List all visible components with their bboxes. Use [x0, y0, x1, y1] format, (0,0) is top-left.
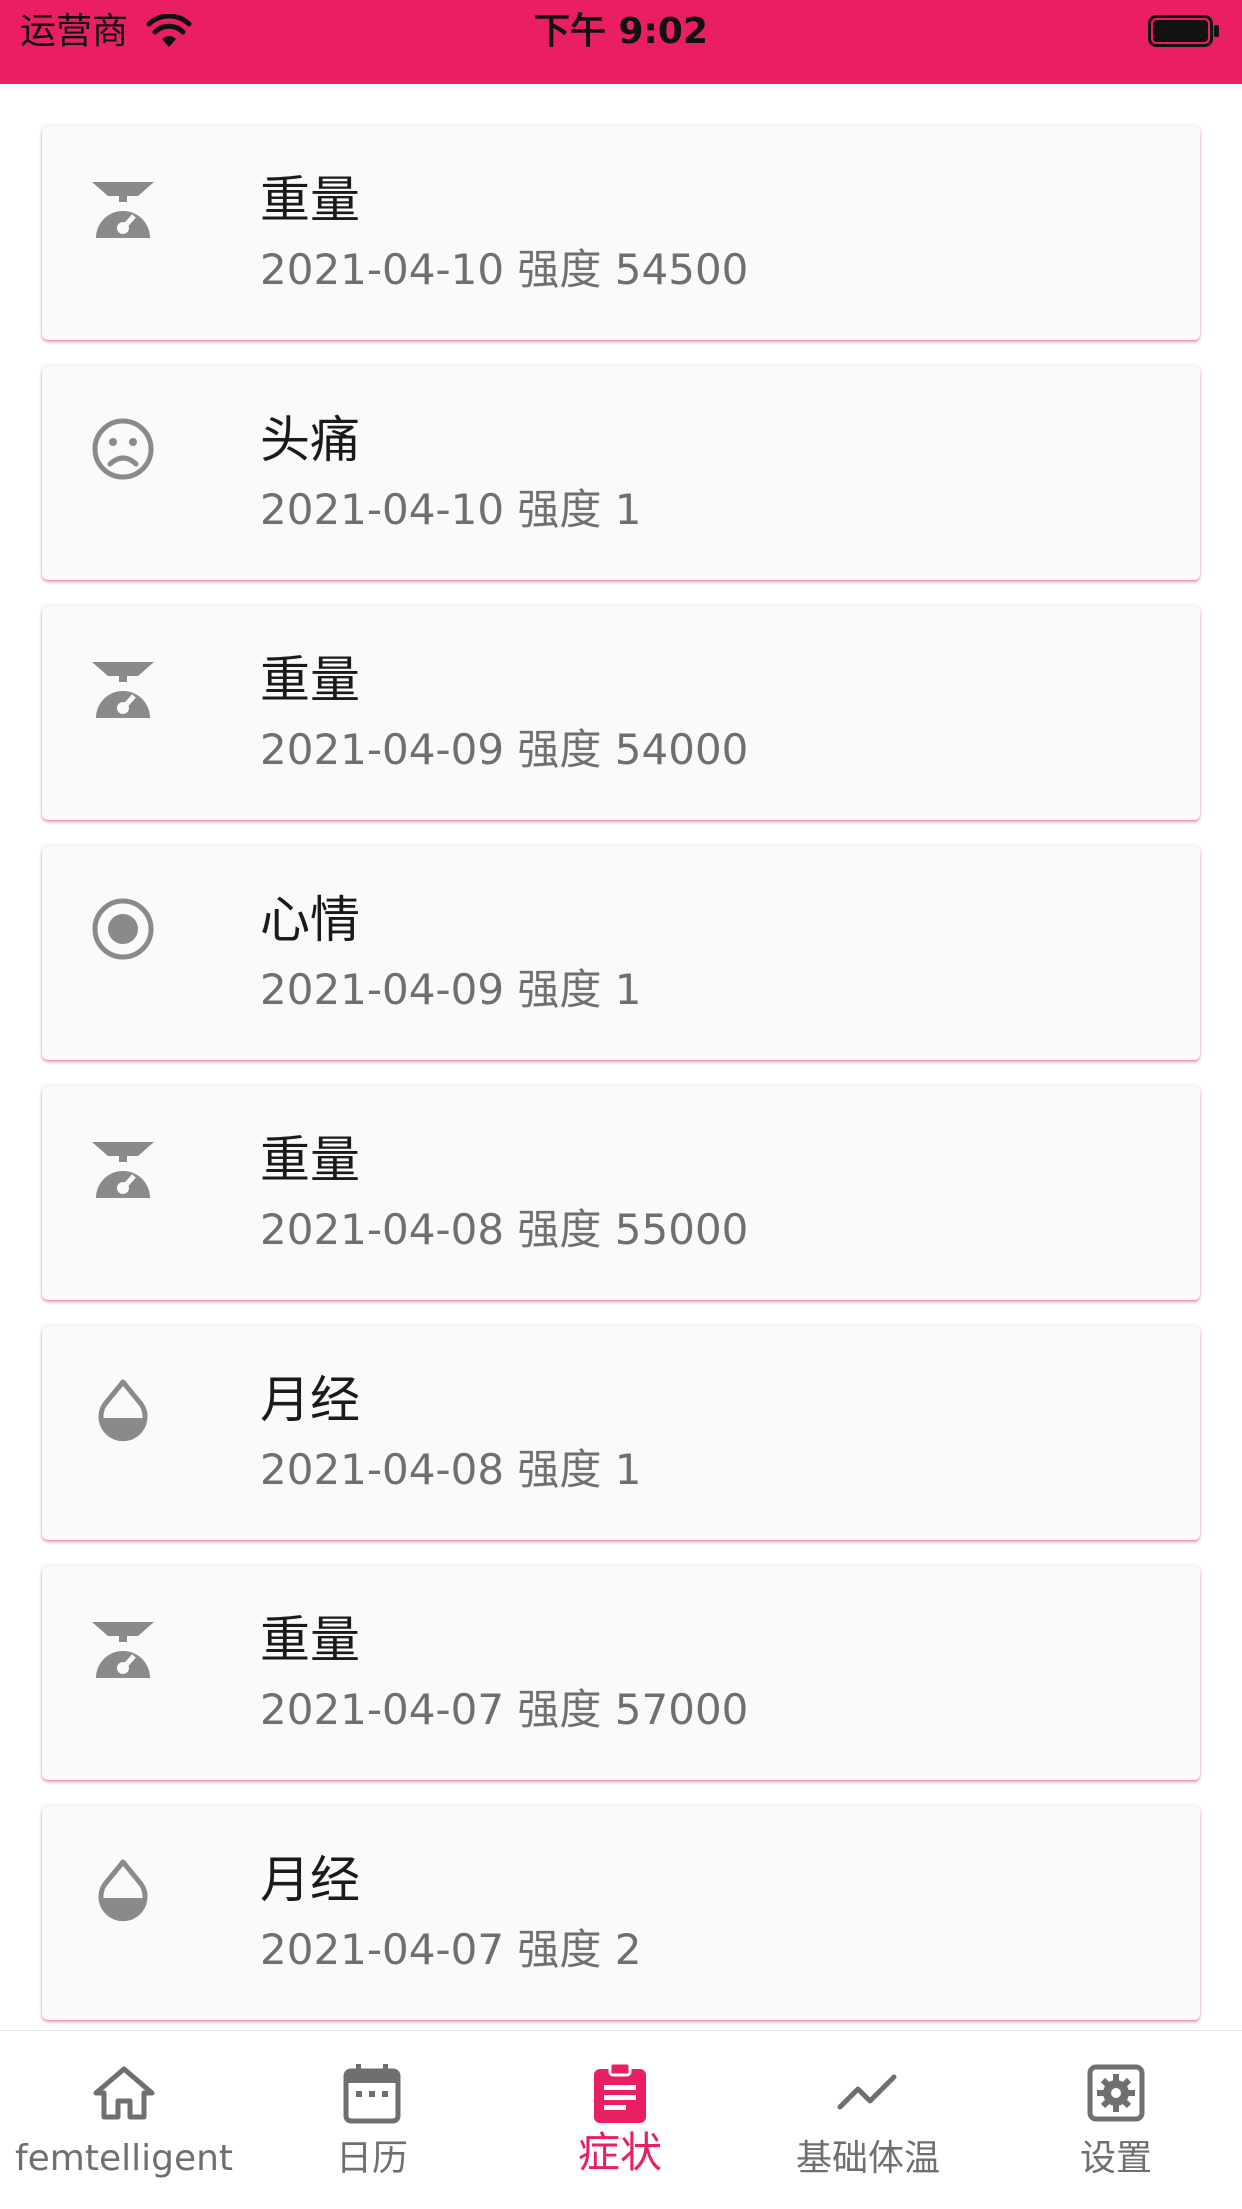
record-title: 重量 [260, 171, 360, 229]
sad-face-icon [92, 418, 154, 480]
battery-icon [1148, 15, 1219, 47]
record-card[interactable]: 月经 2021-04-07 强度 2 [42, 1806, 1200, 2020]
record-title: 月经 [260, 1371, 360, 1429]
record-subtitle: 2021-04-07 强度 57000 [260, 1685, 749, 1734]
record-title: 月经 [260, 1851, 360, 1909]
nav-item-bbt[interactable]: 基础体温 [744, 2031, 992, 2209]
scale-icon [92, 1622, 154, 1678]
record-title: 头痛 [260, 411, 360, 469]
status-time: 下午 9:02 [533, 11, 709, 52]
nav-label-symptoms: 症状 [577, 2128, 662, 2177]
record-subtitle: 2021-04-08 强度 1 [260, 1445, 642, 1494]
record-card[interactable]: 心情 2021-04-09 强度 1 [42, 846, 1200, 1060]
radio-circle-icon [92, 898, 154, 960]
record-title: 重量 [260, 1131, 360, 1189]
nav-item-symptoms[interactable]: 症状 [496, 2031, 744, 2209]
settings-icon [1087, 2064, 1145, 2122]
nav-label-bbt: 基础体温 [795, 2138, 940, 2179]
record-card[interactable]: 重量 2021-04-07 强度 57000 [42, 1566, 1200, 1780]
record-subtitle: 2021-04-09 强度 1 [260, 965, 642, 1014]
record-card[interactable]: 重量 2021-04-08 强度 55000 [42, 1086, 1200, 1300]
drop-icon [98, 1379, 148, 1442]
scale-icon [92, 1142, 154, 1198]
bottom-navigation: femtelligent 日历 症状 基础体温 设置 [0, 2030, 1242, 2208]
record-card[interactable]: 头痛 2021-04-10 强度 1 [42, 366, 1200, 580]
nav-item-calendar[interactable]: 日历 [248, 2031, 496, 2209]
record-subtitle: 2021-04-10 强度 54500 [260, 245, 749, 294]
record-card[interactable]: 重量 2021-04-09 强度 54000 [42, 606, 1200, 820]
nav-label-calendar: 日历 [335, 2138, 408, 2179]
scale-icon [92, 182, 154, 238]
record-subtitle: 2021-04-09 强度 54000 [260, 725, 749, 774]
record-subtitle: 2021-04-07 强度 2 [260, 1925, 642, 1974]
nav-item-home[interactable]: femtelligent [0, 2031, 248, 2209]
trending-line-icon [837, 2074, 897, 2110]
nav-label-settings: 设置 [1079, 2138, 1152, 2179]
symptom-record-list[interactable]: 重量 2021-04-10 强度 54500 头痛 2021-04-10 强度 … [0, 84, 1242, 2030]
calendar-icon [343, 2064, 401, 2124]
status-bar: 运营商 下午 9:02 [0, 0, 1242, 84]
record-title: 重量 [260, 1611, 360, 1669]
home-icon [93, 2066, 155, 2120]
nav-item-settings[interactable]: 设置 [992, 2031, 1240, 2209]
clipboard-icon [594, 2061, 646, 2123]
nav-label-home: femtelligent [14, 2138, 234, 2179]
record-card[interactable]: 重量 2021-04-10 强度 54500 [42, 126, 1200, 340]
record-title: 心情 [260, 891, 360, 949]
record-subtitle: 2021-04-10 强度 1 [260, 485, 642, 534]
scale-icon [92, 662, 154, 718]
record-card[interactable]: 月经 2021-04-08 强度 1 [42, 1326, 1200, 1540]
drop-icon [98, 1859, 148, 1922]
record-subtitle: 2021-04-08 强度 55000 [260, 1205, 749, 1254]
record-title: 重量 [260, 651, 360, 709]
